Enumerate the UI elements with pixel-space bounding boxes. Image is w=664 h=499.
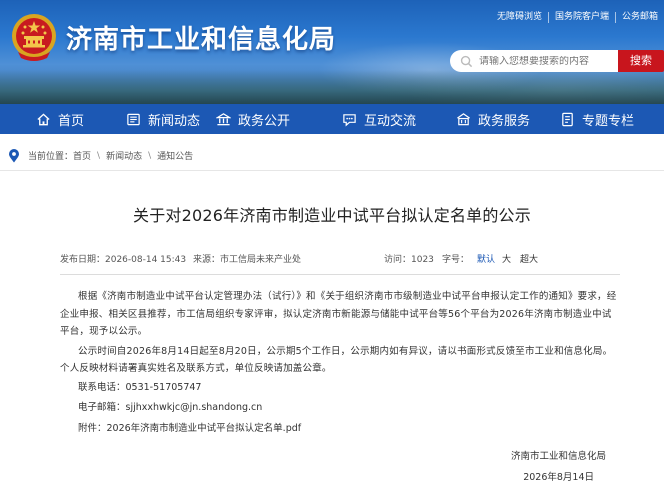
nav-label-home: 首页 xyxy=(58,113,85,129)
nav-item-special-topics[interactable]: 专题专栏 xyxy=(544,104,664,134)
view-count: 访问：1023 xyxy=(384,255,434,265)
breadcrumb-prefix: 当前位置： xyxy=(28,152,74,162)
main-nav: 首页 新闻动态 政务公开 互动交流 政务服务 专题专栏 xyxy=(0,104,664,134)
accessibility-link[interactable]: 无障碍浏览 xyxy=(491,12,548,23)
chat-icon xyxy=(343,113,356,126)
signature-org: 济南市工业和信息化局 xyxy=(510,451,606,462)
breadcrumb-news[interactable]: 新闻动态 xyxy=(106,149,142,162)
article-paragraph: 根据《济南市制造业中试平台认定管理办法（试行）》和《关于组织济南市市级制造业中试… xyxy=(60,291,617,337)
contact-phone: 联系电话：0531-51705747 xyxy=(78,381,202,393)
attachment-link[interactable]: 附件：2026年济南市制造业中试平台拟认定名单.pdf xyxy=(78,423,301,434)
article-title: 关于对2026年济南市制造业中试平台拟认定名单的公示 xyxy=(133,206,531,225)
breadcrumb-notices[interactable]: 通知公告 xyxy=(157,149,193,162)
article-source: 来源：市工信局未来产业处 xyxy=(193,255,302,265)
attachment-line: 附件：2026年济南市制造业中试平台拟认定名单.pdf xyxy=(60,419,620,440)
search-input[interactable] xyxy=(479,55,609,67)
state-council-client-link[interactable]: 国务院客户端 xyxy=(547,12,615,23)
service-icon xyxy=(457,112,470,125)
meta-divider xyxy=(60,274,620,275)
article-meta: 发布日期：2026-08-14 15:43 来源：市工信局未来产业处 访问：10… xyxy=(60,252,620,266)
header-banner: 济南市工业和信息化局 无障碍浏览 国务院客户端 公务邮箱 搜索 xyxy=(0,0,664,104)
font-size-default[interactable]: 默认 xyxy=(477,252,495,265)
signature-date: 2026年8月14日 xyxy=(523,472,594,483)
breadcrumb: 当前位置： 首页 \ 新闻动态 \ 通知公告 xyxy=(0,141,664,171)
news-icon xyxy=(127,113,140,125)
national-emblem-icon xyxy=(12,14,56,61)
breadcrumb-home[interactable]: 首页 xyxy=(73,149,91,162)
building-icon xyxy=(216,112,231,125)
official-email-link[interactable]: 公务邮箱 xyxy=(614,12,664,23)
nav-item-government-services[interactable]: 政务服务 xyxy=(432,104,544,134)
font-size-extra-large[interactable]: 超大 xyxy=(520,252,538,265)
nav-item-government-affairs[interactable]: 政务公开 xyxy=(208,104,320,134)
article-paragraph: 公示时间自2026年8月14日起至8月20日，公示期5个工作日，公示期内如有异议… xyxy=(60,345,613,375)
document-icon xyxy=(562,112,573,126)
search-button[interactable]: 搜索 xyxy=(618,50,664,72)
publish-date: 发布日期：2026-08-14 15:43 xyxy=(60,255,187,265)
location-pin-icon xyxy=(9,148,19,162)
font-size-large[interactable]: 大 xyxy=(502,252,511,265)
contact-email: 电子邮箱：sjjhxxhwkjc@jn.shandong.cn xyxy=(78,402,263,413)
top-links: 无障碍浏览 国务院客户端 公务邮箱 xyxy=(491,12,664,23)
search-icon xyxy=(460,55,473,67)
banner-scenery xyxy=(0,70,664,104)
nav-label-government-services: 政务服务 xyxy=(478,113,531,129)
breadcrumb-separator: \ xyxy=(97,150,101,161)
nav-item-news[interactable]: 新闻动态 xyxy=(102,104,208,134)
font-size-label: 字号： xyxy=(442,255,470,265)
site-title: 济南市工业和信息化局 xyxy=(66,25,337,55)
breadcrumb-separator: \ xyxy=(148,150,152,161)
nav-label-interaction: 互动交流 xyxy=(364,113,417,129)
article-body: 根据《济南市制造业中试平台认定管理办法（试行）》和《关于组织济南市市级制造业中试… xyxy=(60,288,620,439)
nav-label-news: 新闻动态 xyxy=(148,113,201,129)
nav-item-interaction[interactable]: 互动交流 xyxy=(320,104,432,134)
search-box xyxy=(450,50,618,72)
home-icon xyxy=(37,112,50,125)
nav-label-government-affairs: 政务公开 xyxy=(238,113,291,129)
nav-label-special-topics: 专题专栏 xyxy=(582,113,635,129)
nav-item-home[interactable]: 首页 xyxy=(0,104,102,134)
